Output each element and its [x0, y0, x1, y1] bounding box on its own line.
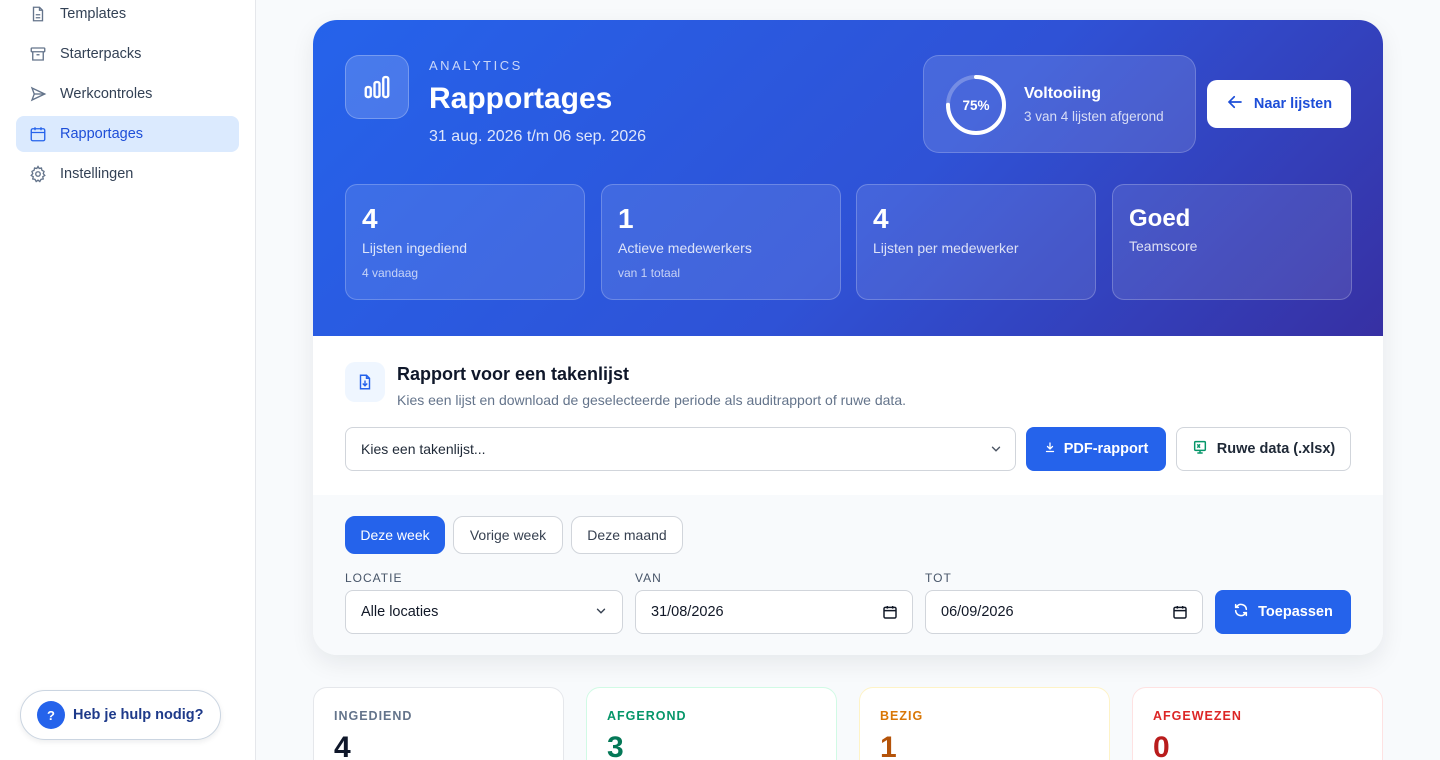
- sidebar-item-starterpacks[interactable]: Starterpacks: [16, 36, 239, 72]
- sidebar: Templates Starterpacks Werkcontroles Rap…: [0, 0, 256, 760]
- status-card-in-progress: BEZIG 1: [859, 687, 1110, 760]
- raw-data-button[interactable]: Ruwe data (.xlsx): [1176, 427, 1351, 471]
- completion-percent: 75%: [962, 97, 990, 113]
- gear-icon: [28, 164, 48, 184]
- download-icon: [1044, 441, 1056, 457]
- file-download-icon: [345, 362, 385, 402]
- stat-value: 4: [873, 203, 889, 234]
- completion-title: Voltooiing: [1024, 85, 1102, 102]
- back-button-label: Naar lijsten: [1253, 96, 1333, 112]
- stat-label: Actieve medewerkers: [618, 240, 752, 256]
- stat-value: Goed: [1129, 205, 1191, 232]
- sidebar-item-templates[interactable]: Templates: [16, 0, 239, 32]
- document-icon: [28, 4, 48, 24]
- stat-sub: 4 vandaag: [362, 266, 419, 280]
- sidebar-item-label: Starterpacks: [60, 46, 142, 62]
- to-date-value: 06/09/2026: [941, 604, 1014, 620]
- status-card-completed: AFGEROND 3: [586, 687, 837, 760]
- stat-card-submitted: 4 Lijsten ingediend 4 vandaag: [345, 184, 585, 300]
- apply-button[interactable]: Toepassen: [1215, 590, 1351, 634]
- stat-card-team-score: Goed Teamscore: [1112, 184, 1352, 300]
- stat-sub: van 1 totaal: [618, 266, 681, 280]
- sidebar-item-label: Werkcontroles: [60, 86, 153, 102]
- sidebar-item-label: Templates: [60, 6, 127, 22]
- stat-card-lists-per-employee: 4 Lijsten per medewerker: [856, 184, 1096, 300]
- sidebar-item-label: Instellingen: [60, 166, 134, 182]
- archive-icon: [28, 44, 48, 64]
- pdf-button-label: PDF-rapport: [1063, 441, 1149, 457]
- stat-label: Teamscore: [1129, 238, 1198, 254]
- sidebar-item-label: Rapportages: [60, 126, 144, 142]
- completion-subtitle: 3 van 4 lijsten afgerond: [1024, 109, 1164, 124]
- from-date-value: 31/08/2026: [651, 604, 724, 620]
- eyebrow: ANALYTICS: [429, 58, 523, 73]
- sidebar-item-instellingen[interactable]: Instellingen: [16, 156, 239, 192]
- completion-panel: 75% Voltooiing 3 van 4 lijsten afgerond: [923, 55, 1196, 153]
- stat-value: 1: [618, 203, 634, 234]
- sidebar-item-rapportages[interactable]: Rapportages: [16, 116, 239, 152]
- raw-data-label: Ruwe data (.xlsx): [1216, 441, 1336, 457]
- status-label: AFGEWEZEN: [1153, 709, 1242, 723]
- stat-label: Lijsten per medewerker: [873, 240, 1019, 256]
- status-card-submitted: INGEDIEND 4: [313, 687, 564, 760]
- stat-card-active-employees: 1 Actieve medewerkers van 1 totaal: [601, 184, 841, 300]
- chevron-down-icon: [594, 604, 608, 622]
- help-button[interactable]: ? Heb je hulp nodig?: [20, 690, 221, 740]
- from-date-input[interactable]: 31/08/2026: [635, 590, 913, 634]
- send-icon: [28, 84, 48, 104]
- stat-label: Lijsten ingediend: [362, 240, 468, 256]
- page-title: Rapportages: [429, 82, 613, 115]
- pdf-report-button[interactable]: PDF-rapport: [1026, 427, 1166, 471]
- help-label: Heb je hulp nodig?: [73, 707, 204, 723]
- apply-button-label: Toepassen: [1258, 604, 1333, 620]
- spreadsheet-icon: [1192, 439, 1208, 459]
- arrow-left-icon: [1226, 93, 1244, 115]
- to-date-input[interactable]: 06/09/2026: [925, 590, 1203, 634]
- calendar-icon: [1172, 604, 1188, 624]
- status-value: 1: [880, 731, 897, 760]
- status-label: BEZIG: [880, 709, 924, 723]
- question-icon: ?: [37, 701, 65, 729]
- report-title: Rapport voor een takenlijst: [397, 364, 630, 384]
- period-last-week[interactable]: Vorige week: [453, 516, 563, 554]
- calendar-icon: [28, 124, 48, 144]
- location-value: Alle locaties: [361, 604, 439, 620]
- bar-chart-icon: [345, 55, 409, 119]
- report-subtitle: Kies een lijst en download de geselectee…: [397, 392, 906, 408]
- tasklist-select[interactable]: Kies een takenlijst...: [345, 427, 1016, 471]
- status-label: AFGEROND: [607, 709, 687, 723]
- period-this-month[interactable]: Deze maand: [571, 516, 683, 554]
- status-card-rejected: AFGEWEZEN 0: [1132, 687, 1383, 760]
- back-to-lists-button[interactable]: Naar lijsten: [1207, 80, 1351, 128]
- location-select[interactable]: Alle locaties: [345, 590, 623, 634]
- date-range: 31 aug. 2026 t/m 06 sep. 2026: [429, 128, 647, 145]
- calendar-icon: [882, 604, 898, 624]
- tasklist-select-value: Kies een takenlijst...: [361, 441, 486, 457]
- status-value: 0: [1153, 731, 1170, 760]
- sidebar-item-werkcontroles[interactable]: Werkcontroles: [16, 76, 239, 112]
- report-card: ANALYTICS Rapportages 31 aug. 2026 t/m 0…: [313, 20, 1383, 655]
- status-value: 4: [334, 731, 351, 760]
- period-this-week[interactable]: Deze week: [345, 516, 445, 554]
- filter-panel: Deze week Vorige week Deze maand LOCATIE…: [313, 495, 1383, 655]
- status-value: 3: [607, 731, 624, 760]
- refresh-icon: [1233, 602, 1249, 622]
- status-label: INGEDIEND: [334, 709, 413, 723]
- chevron-down-icon: [989, 442, 1003, 459]
- from-label: VAN: [635, 571, 662, 585]
- location-label: LOCATIE: [345, 571, 403, 585]
- analytics-hero: ANALYTICS Rapportages 31 aug. 2026 t/m 0…: [313, 20, 1383, 336]
- to-label: TOT: [925, 571, 952, 585]
- stat-value: 4: [362, 203, 378, 234]
